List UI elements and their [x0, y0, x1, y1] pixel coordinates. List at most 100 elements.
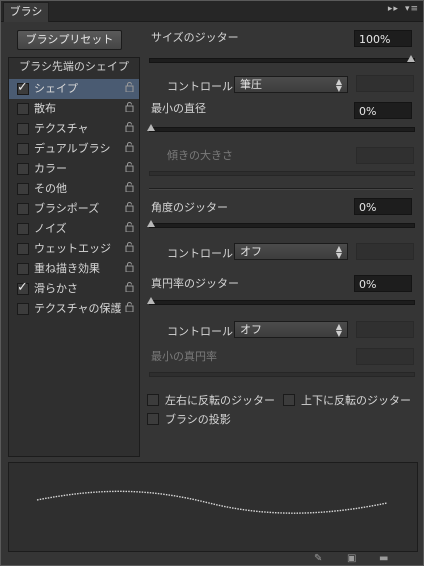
checkbox[interactable] — [17, 163, 29, 175]
brush-tip-shape-header[interactable]: ブラシ先端のシェイプ — [9, 58, 139, 78]
lock-icon[interactable] — [125, 282, 134, 292]
select-value: オフ — [240, 323, 262, 336]
flip-y-label: 上下に反転のジッター — [301, 394, 411, 407]
sidebar-item-label: テクスチャ — [34, 122, 89, 135]
size-control-select[interactable]: 筆圧 ▲ ▼ — [234, 76, 348, 93]
check-icon: ✓ — [17, 80, 28, 95]
sidebar-item-brush-pose[interactable]: ブラシポーズ — [9, 199, 139, 219]
sidebar-item-label: その他 — [34, 182, 67, 195]
min-roundness-input — [356, 348, 414, 365]
sidebar-item-label: シェイプ — [34, 82, 78, 95]
control-label: コントロール： — [167, 325, 244, 338]
brush-presets-button[interactable]: ブラシプリセット — [17, 30, 122, 50]
new-brush-icon[interactable]: ▣ — [347, 553, 356, 564]
angle-jitter-input[interactable]: 0% — [354, 198, 412, 215]
sidebar-item-label: ノイズ — [34, 222, 67, 235]
size-jitter-input[interactable]: 100% — [354, 30, 412, 47]
control-label: コントロール： — [167, 247, 244, 260]
checkbox[interactable] — [17, 243, 29, 255]
sidebar-item-label: 重ね描き効果 — [34, 262, 100, 275]
angle-jitter-slider[interactable] — [147, 220, 415, 228]
chevron-updown-icon: ▲ ▼ — [335, 322, 342, 338]
roundness-jitter-slider[interactable] — [147, 297, 415, 305]
checkbox[interactable] — [17, 103, 29, 115]
flip-y-checkbox[interactable] — [283, 394, 295, 406]
chevron-updown-icon: ▲ ▼ — [335, 77, 342, 93]
lock-icon[interactable] — [125, 122, 134, 132]
slider-knob[interactable] — [147, 220, 155, 227]
sidebar-item-smoothing[interactable]: ✓ 滑らかさ — [9, 279, 139, 299]
sidebar-item-label: テクスチャの保護 — [34, 302, 122, 315]
tilt-scale-slider — [149, 171, 415, 176]
size-jitter-slider[interactable] — [149, 55, 415, 63]
angle-jitter-label: 角度のジッター — [151, 201, 228, 214]
panel-menu-icon[interactable]: ▾≡ — [405, 4, 419, 14]
sidebar-item-texture[interactable]: テクスチャ — [9, 119, 139, 139]
roundness-control-select[interactable]: オフ ▲ ▼ — [234, 321, 348, 338]
sidebar-item-label: ブラシポーズ — [34, 202, 100, 215]
tab-brush[interactable]: ブラシ — [3, 2, 49, 22]
roundness-jitter-label: 真円率のジッター — [151, 277, 239, 290]
sidebar-item-label: カラー — [34, 162, 67, 175]
slider-knob[interactable] — [147, 124, 155, 131]
lock-icon[interactable] — [125, 302, 134, 312]
stroke-preview-graphic — [36, 490, 388, 514]
sidebar-item-shape[interactable]: ✓ シェイプ — [9, 79, 139, 99]
lock-icon[interactable] — [125, 202, 134, 212]
divider — [149, 188, 413, 190]
roundness-jitter-input[interactable]: 0% — [354, 275, 412, 292]
panel-titlebar: ブラシ ▸▸ ▾≡ — [1, 1, 423, 22]
angle-control-select[interactable]: オフ ▲ ▼ — [234, 243, 348, 260]
lock-icon[interactable] — [125, 82, 134, 92]
lock-icon[interactable] — [125, 142, 134, 152]
tilt-scale-label: 傾きの大きさ — [167, 149, 233, 162]
sidebar-item-label: 滑らかさ — [34, 282, 78, 295]
sidebar-item-noise[interactable]: ノイズ — [9, 219, 139, 239]
control-pen-input — [356, 75, 414, 92]
slider-knob[interactable] — [407, 55, 415, 62]
check-icon: ✓ — [17, 280, 28, 295]
control-label: コントロール： — [167, 80, 244, 93]
collapse-icon[interactable]: ▸▸ — [388, 4, 399, 14]
sidebar-item-wet-edges[interactable]: ウェットエッジ — [9, 239, 139, 259]
sidebar-item-scatter[interactable]: 散布 — [9, 99, 139, 119]
checkbox[interactable] — [17, 123, 29, 135]
lock-icon[interactable] — [125, 102, 134, 112]
flip-x-checkbox[interactable] — [147, 394, 159, 406]
panel-menu-icons[interactable]: ▸▸ ▾≡ — [382, 4, 419, 14]
checkbox[interactable] — [17, 143, 29, 155]
sidebar-item-protect-texture[interactable]: テクスチャの保護 — [9, 299, 139, 319]
brush-panel: ブラシ ▸▸ ▾≡ ブラシプリセット ブラシ先端のシェイプ ✓ シェイプ 散布 テ… — [0, 0, 424, 566]
min-diameter-input[interactable]: 0% — [354, 102, 412, 119]
sidebar-item-label: デュアルブラシ — [34, 142, 111, 155]
sidebar-item-dual-brush[interactable]: デュアルブラシ — [9, 139, 139, 159]
checkbox[interactable] — [17, 203, 29, 215]
sidebar-item-color[interactable]: カラー — [9, 159, 139, 179]
toggle-preview-icon[interactable]: ✎ — [314, 553, 322, 564]
sidebar-item-label: ウェットエッジ — [34, 242, 111, 255]
checkbox[interactable] — [17, 183, 29, 195]
create-preset-icon[interactable]: ▬ — [379, 553, 388, 564]
sidebar-item-label: 散布 — [34, 102, 56, 115]
panel-footer: ✎ ▣ ▬ — [1, 553, 423, 565]
lock-icon[interactable] — [125, 182, 134, 192]
sidebar-item-build-up[interactable]: 重ね描き効果 — [9, 259, 139, 279]
chevron-updown-icon: ▲ ▼ — [335, 244, 342, 260]
checkbox[interactable] — [17, 263, 29, 275]
min-roundness-slider — [149, 372, 415, 377]
checkbox[interactable] — [17, 223, 29, 235]
min-diameter-label: 最小の直径 — [151, 102, 206, 115]
select-value: 筆圧 — [240, 78, 262, 91]
projection-checkbox[interactable] — [147, 413, 159, 425]
roundness-control-extra — [356, 321, 414, 338]
checkbox[interactable] — [17, 303, 29, 315]
lock-icon[interactable] — [125, 162, 134, 172]
slider-knob[interactable] — [147, 297, 155, 304]
flip-x-label: 左右に反転のジッター — [165, 394, 275, 407]
lock-icon[interactable] — [125, 262, 134, 272]
min-diameter-slider[interactable] — [147, 124, 415, 132]
sidebar-item-other[interactable]: その他 — [9, 179, 139, 199]
lock-icon[interactable] — [125, 222, 134, 232]
angle-control-extra — [356, 243, 414, 260]
lock-icon[interactable] — [125, 242, 134, 252]
